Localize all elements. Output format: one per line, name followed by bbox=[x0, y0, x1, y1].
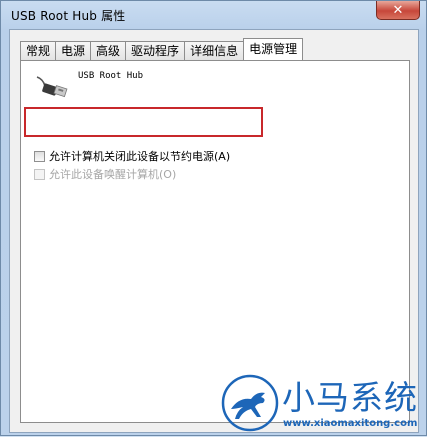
tab-advanced[interactable]: 高级 bbox=[90, 41, 127, 60]
allow-wake-option: 允许此设备唤醒计算机(O) bbox=[34, 166, 176, 182]
power-management-panel: USB Root Hub 允许计算机关闭此设备以节约电源(A) 允许此设备唤醒计… bbox=[20, 60, 410, 423]
window-title: USB Root Hub 属性 bbox=[11, 9, 126, 23]
watermark-name: 小马系统 bbox=[282, 378, 418, 417]
tab-strip: 常规 电源 高级 驱动程序 详细信息 电源管理 bbox=[20, 38, 304, 60]
tab-driver[interactable]: 驱动程序 bbox=[125, 41, 186, 60]
device-name: USB Root Hub bbox=[78, 71, 144, 81]
watermark: 小马系统 www.xiaomaxitong.com bbox=[219, 371, 427, 437]
close-icon: ✕ bbox=[392, 2, 404, 18]
close-button[interactable]: ✕ bbox=[376, 1, 420, 20]
allow-power-off-label[interactable]: 允许计算机关闭此设备以节约电源(A) bbox=[49, 148, 230, 164]
horse-logo-icon bbox=[221, 373, 279, 436]
allow-power-off-option[interactable]: 允许计算机关闭此设备以节约电源(A) bbox=[34, 148, 230, 164]
allow-wake-label: 允许此设备唤醒计算机(O) bbox=[49, 168, 177, 181]
properties-window: USB Root Hub 属性 ✕ 常规 电源 高级 驱动程序 详细信息 电源管… bbox=[0, 0, 427, 436]
tab-power[interactable]: 电源 bbox=[55, 41, 92, 60]
tab-details[interactable]: 详细信息 bbox=[184, 41, 245, 60]
watermark-url: www.xiaomaxitong.com bbox=[283, 418, 418, 429]
usb-plug-icon bbox=[35, 75, 69, 104]
tab-general[interactable]: 常规 bbox=[20, 41, 57, 60]
allow-power-off-checkbox[interactable] bbox=[34, 150, 45, 162]
tab-power-management[interactable]: 电源管理 bbox=[243, 38, 304, 60]
allow-wake-checkbox bbox=[34, 168, 45, 180]
